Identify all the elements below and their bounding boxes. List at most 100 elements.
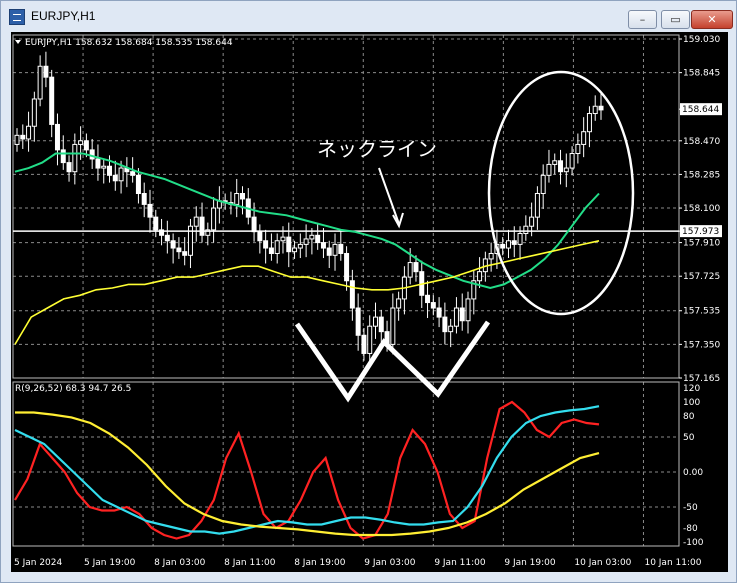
candle-body [436,307,442,318]
candle-body [488,252,494,260]
candle-body [263,240,269,249]
candle-body [66,162,72,173]
candle-body [598,105,604,111]
candle-body [534,193,540,218]
price-axis-label: 159.030 [683,35,720,45]
candle-body [147,203,153,218]
price-tag-label: 158.644 [682,105,719,115]
price-axis-label: 157.535 [683,307,720,317]
time-axis-label: 9 Jan 11:00 [434,558,486,568]
candle-body [14,134,20,145]
candle-body [101,165,107,169]
candle-body [268,247,274,254]
indicator-axis-label: 0.00 [683,468,703,478]
candle-body [72,143,78,173]
candle-body [118,167,124,182]
candle-body [459,307,465,322]
chart-ohlc-header: EURJPY,H1 158.632 158.684 158.535 158.64… [25,38,233,48]
candle-body [511,240,517,245]
candle-body [407,262,413,278]
chart-window-icon [9,9,25,25]
candle-body [349,280,355,309]
indicator-axis-label: 80 [683,412,695,422]
indicator-axis-label: 120 [683,384,700,394]
candle-body [592,105,598,115]
candle-body [240,193,246,200]
candle-body [581,131,587,145]
candle-body [355,307,361,336]
candle-body [292,247,298,253]
price-axis-label: 157.725 [683,272,720,282]
candle-body [575,143,581,155]
candle-body [390,307,396,345]
candle-body [107,165,113,176]
candle-body [442,316,448,333]
candle-body [338,243,344,254]
minimize-icon: – [639,13,646,26]
neckline-label: ネックライン [317,137,437,161]
candle-body [569,153,575,169]
candle-body [332,243,338,256]
close-button[interactable]: ✕ [691,10,733,29]
candle-body [396,298,402,309]
candle-body [95,158,101,169]
candle-body [193,216,199,227]
candle-body [309,234,315,240]
candle-body [546,163,552,176]
price-axis-label: 158.845 [683,69,720,79]
candle-body [326,247,332,256]
indicator-axis-label: 100 [683,398,700,408]
candle-body [448,325,454,333]
candle-body [54,123,60,151]
time-axis-label: 8 Jan 19:00 [294,558,346,568]
candle-body [540,174,546,195]
candle-body [49,76,55,125]
close-icon: ✕ [707,13,717,26]
candle-body [112,174,118,182]
candle-body [274,240,280,254]
price-chart-svg[interactable]: ネックライン 5 Jan 2024 5 Jan 19:00 8 Jan 03:00 8… [11,32,728,572]
candle-body [234,193,240,205]
candle-body [430,302,436,309]
candle-body [378,316,384,333]
candle-body [182,251,188,256]
restore-button[interactable]: ▭ [661,10,690,29]
candle-body [60,149,66,164]
candle-body [344,252,350,282]
candle-body [320,242,326,249]
indicator-axis-label: 50 [683,433,695,443]
candle-body [558,160,564,173]
candle-body [37,65,43,100]
candle-body [141,193,147,205]
candle-body [130,171,136,176]
candle-body [251,216,257,233]
candle-body [153,216,159,231]
candle-body [199,216,205,236]
chart-window: EURJPY,H1 – ▭ ✕ ネックライン 5 Jan 2024 5 Jan 1… [0,0,737,583]
minimize-button[interactable]: – [628,10,657,29]
price-tag-label: 157.973 [682,227,719,237]
indicator-axis-label: -50 [683,503,698,513]
candle-body [505,240,511,249]
candle-body [413,262,419,273]
time-axis-label: 8 Jan 03:00 [154,558,206,568]
time-axis-label: 9 Jan 03:00 [364,558,416,568]
window-title: EURJPY,H1 [31,9,96,23]
indicator-header: R(9,26,52) 68.3 94.7 26.5 [15,384,131,394]
chart-area[interactable]: ネックライン 5 Jan 2024 5 Jan 19:00 8 Jan 03:00 8… [11,32,728,572]
candle-body [303,238,309,245]
candle-body [257,231,263,242]
candle-body [586,113,592,133]
price-axis-label: 157.350 [683,340,720,350]
candle-body [517,232,523,245]
candle-body [26,125,32,140]
candle-body [297,243,303,249]
candle-body [361,334,367,354]
price-axis-label: 157.910 [683,239,720,249]
price-axis-label: 158.100 [683,204,720,214]
title-bar[interactable]: EURJPY,H1 – ▭ ✕ [1,1,736,31]
time-axis-label: 10 Jan 11:00 [644,558,701,568]
time-axis-label: 8 Jan 11:00 [224,558,276,568]
candle-body [500,243,506,249]
candle-body [31,98,37,127]
